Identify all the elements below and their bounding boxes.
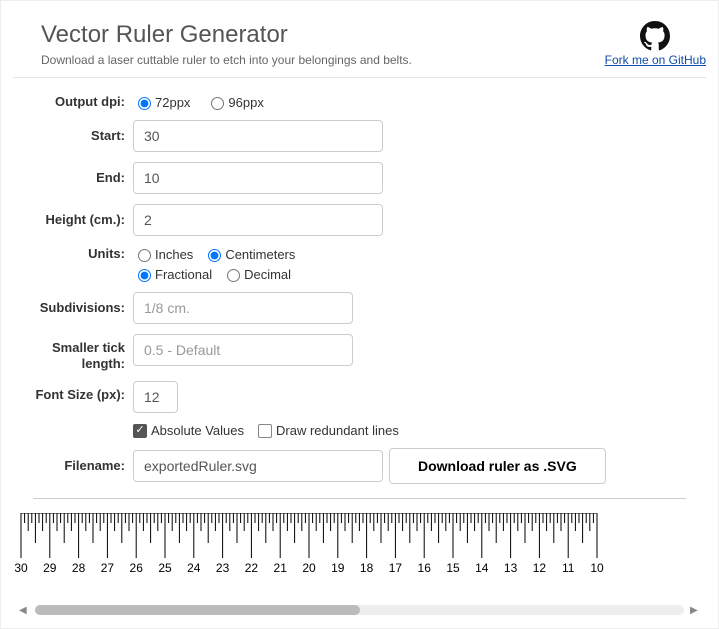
label-ticklen: Smaller tick length: — [13, 334, 133, 371]
svg-text:27: 27 — [101, 561, 115, 575]
ticklen-input[interactable] — [133, 334, 353, 366]
scrollbar-thumb[interactable] — [35, 605, 360, 615]
svg-text:22: 22 — [245, 561, 259, 575]
label-height: Height (cm.): — [13, 212, 133, 228]
scrollbar-track[interactable] — [35, 605, 684, 615]
download-button[interactable]: Download ruler as .SVG — [389, 448, 606, 484]
svg-text:29: 29 — [43, 561, 57, 575]
fontsize-input[interactable] — [133, 381, 178, 413]
label-end: End: — [13, 170, 133, 186]
github-icon[interactable] — [640, 21, 670, 51]
radio-units-inches[interactable]: Inches — [133, 246, 193, 262]
scroll-left-icon[interactable]: ◀ — [19, 605, 29, 616]
label-dpi: Output dpi: — [13, 94, 133, 110]
label-start: Start: — [13, 128, 133, 144]
svg-text:25: 25 — [158, 561, 172, 575]
svg-text:19: 19 — [331, 561, 345, 575]
horizontal-scrollbar[interactable]: ◀ ▶ — [13, 602, 706, 618]
radio-format-fractional[interactable]: Fractional — [133, 266, 212, 282]
svg-text:24: 24 — [187, 561, 201, 575]
subdivisions-input[interactable] — [133, 292, 353, 324]
github-link[interactable]: Fork me on GitHub — [605, 53, 706, 67]
filename-input[interactable] — [133, 450, 383, 482]
label-units: Units: — [13, 246, 133, 262]
label-subdivisions: Subdivisions: — [13, 300, 133, 316]
svg-text:12: 12 — [533, 561, 547, 575]
svg-text:13: 13 — [504, 561, 518, 575]
ruler-preview: 30 29 28 27 26 25 24 23 22 21 20 19 18 17 16 15 14 13 12 11… — [13, 513, 706, 596]
svg-text:11: 11 — [562, 561, 575, 575]
radio-format-decimal[interactable]: Decimal — [222, 266, 291, 282]
svg-text:30: 30 — [14, 561, 28, 575]
checkbox-absolute-values[interactable]: Absolute Values — [133, 423, 244, 438]
start-input[interactable] — [133, 120, 383, 152]
page-subtitle: Download a laser cuttable ruler to etch … — [41, 53, 412, 67]
page-title: Vector Ruler Generator — [41, 21, 412, 49]
checkbox-redundant-lines[interactable]: Draw redundant lines — [258, 423, 399, 438]
radio-dpi-72[interactable]: 72ppx — [133, 94, 190, 110]
radio-units-centimeters[interactable]: Centimeters — [203, 246, 295, 262]
svg-text:28: 28 — [72, 561, 86, 575]
label-filename: Filename: — [13, 458, 133, 474]
svg-text:15: 15 — [446, 561, 460, 575]
svg-text:21: 21 — [274, 561, 288, 575]
end-input[interactable] — [133, 162, 383, 194]
svg-text:23: 23 — [216, 561, 230, 575]
svg-text:26: 26 — [130, 561, 144, 575]
svg-text:10: 10 — [590, 561, 604, 575]
label-fontsize: Font Size (px): — [13, 381, 133, 403]
svg-text:20: 20 — [302, 561, 316, 575]
radio-dpi-96[interactable]: 96ppx — [206, 94, 263, 110]
height-input[interactable] — [133, 204, 383, 236]
scroll-right-icon[interactable]: ▶ — [690, 605, 700, 616]
svg-text:18: 18 — [360, 561, 374, 575]
svg-text:17: 17 — [389, 561, 403, 575]
svg-text:16: 16 — [418, 561, 432, 575]
svg-text:14: 14 — [475, 561, 489, 575]
